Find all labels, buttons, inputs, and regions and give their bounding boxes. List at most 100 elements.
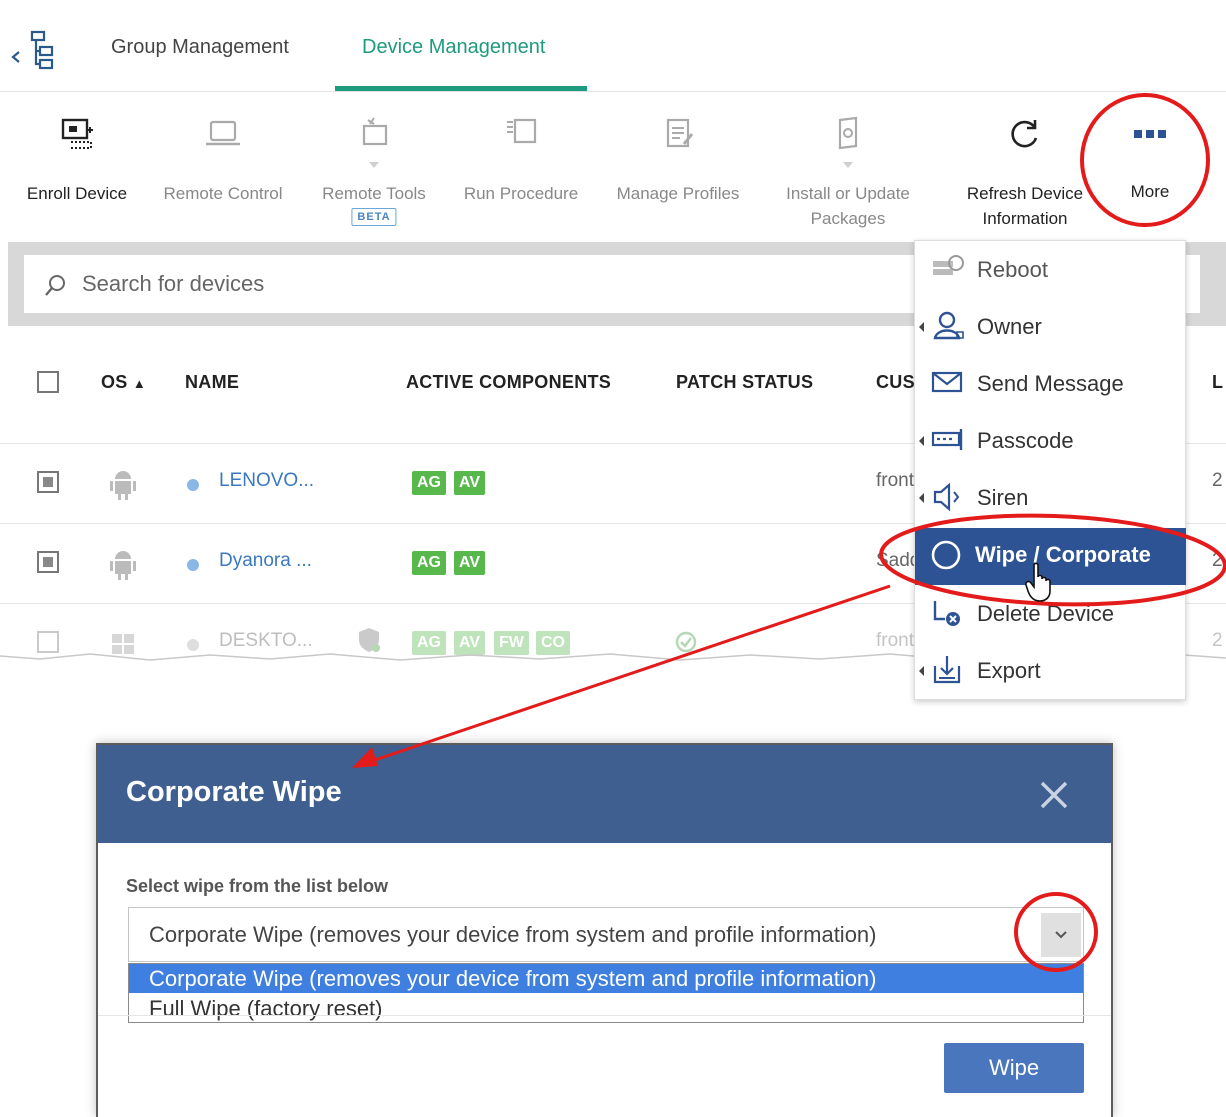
component-badge-ag: AG bbox=[412, 551, 446, 575]
dialog-footer-divider bbox=[98, 1015, 1111, 1016]
manage-profiles-label: Manage Profiles bbox=[616, 184, 740, 203]
column-last-header[interactable]: L bbox=[1212, 372, 1223, 393]
chevron-down-icon bbox=[1055, 931, 1067, 939]
corporate-wipe-dialog: Corporate Wipe Select wipe from the list… bbox=[96, 743, 1113, 1117]
tab-device-management[interactable]: Device Management bbox=[362, 36, 545, 59]
component-badge-av: AV bbox=[454, 471, 486, 495]
envelope-icon bbox=[931, 367, 965, 404]
menu-item-delete-device[interactable]: Delete Device bbox=[915, 585, 1185, 642]
beta-badge: BETA bbox=[351, 208, 397, 226]
wipe-option-full[interactable]: Full Wipe (factory reset) bbox=[129, 994, 1083, 1023]
owner-label: Owner bbox=[977, 314, 1042, 339]
wipe-corporate-label: Wipe / Corporate bbox=[975, 542, 1151, 567]
search-input[interactable] bbox=[82, 265, 882, 303]
run-procedure-icon bbox=[501, 114, 541, 159]
customer-cell: front bbox=[876, 630, 915, 651]
last-cell: 2 bbox=[1212, 470, 1223, 491]
wipe-type-select[interactable]: Corporate Wipe (removes your device from… bbox=[128, 907, 1084, 962]
send-message-label: Send Message bbox=[977, 371, 1124, 396]
remote-control-label: Remote Control bbox=[163, 184, 283, 203]
column-customer-header[interactable]: CUS bbox=[876, 372, 915, 393]
export-icon bbox=[931, 654, 965, 691]
component-badge-av: AV bbox=[454, 551, 486, 575]
submenu-arrow-icon bbox=[919, 322, 924, 332]
manage-profiles-button[interactable]: Manage Profiles bbox=[604, 92, 752, 242]
wipe-select-label: Select wipe from the list below bbox=[126, 876, 389, 896]
status-dot bbox=[187, 559, 199, 571]
remote-control-button[interactable]: Remote Control bbox=[152, 92, 294, 242]
more-dots-icon bbox=[1132, 126, 1168, 147]
column-os-label: OS bbox=[101, 372, 128, 392]
row-checkbox[interactable] bbox=[37, 471, 59, 493]
export-label: Export bbox=[977, 658, 1041, 683]
more-label: More bbox=[1130, 182, 1170, 201]
close-icon[interactable] bbox=[1038, 779, 1070, 816]
device-name-link[interactable]: Dyanora ... bbox=[219, 550, 312, 572]
android-icon bbox=[108, 548, 138, 587]
wipe-select-value: Corporate Wipe (removes your device from… bbox=[149, 922, 877, 947]
select-toggle-button[interactable] bbox=[1041, 913, 1081, 957]
submenu-arrow-icon bbox=[919, 436, 924, 446]
column-patch-status-header[interactable]: PATCH STATUS bbox=[676, 372, 813, 393]
run-procedure-label: Run Procedure bbox=[463, 184, 579, 203]
device-toolbar: Enroll Device Remote Control Remote Tool… bbox=[0, 92, 1226, 242]
menu-item-wipe-corporate[interactable]: Wipe / Corporate bbox=[915, 528, 1186, 585]
last-cell: 2 bbox=[1212, 630, 1223, 651]
install-caret-icon bbox=[843, 162, 853, 168]
remote-tools-icon bbox=[354, 114, 394, 159]
reboot-icon bbox=[931, 253, 965, 290]
active-tab-indicator bbox=[335, 86, 587, 91]
more-button[interactable]: More bbox=[1110, 92, 1190, 242]
wipe-option-corporate[interactable]: Corporate Wipe (removes your device from… bbox=[129, 964, 1083, 993]
reboot-label: Reboot bbox=[977, 257, 1048, 282]
dialog-title: Corporate Wipe bbox=[126, 776, 342, 808]
manage-profiles-icon bbox=[658, 114, 698, 159]
android-icon bbox=[108, 468, 138, 507]
menu-item-export[interactable]: Export bbox=[915, 642, 1185, 699]
menu-item-siren[interactable]: Siren bbox=[915, 469, 1185, 526]
status-dot bbox=[187, 479, 199, 491]
menu-item-passcode[interactable]: Passcode bbox=[915, 412, 1185, 469]
remote-tools-caret-icon bbox=[369, 162, 379, 168]
remote-tools-button[interactable]: Remote Tools BETA bbox=[308, 92, 440, 242]
submenu-arrow-icon bbox=[919, 666, 924, 676]
install-update-label: Install or Update Packages bbox=[786, 184, 910, 228]
sort-asc-icon: ▲ bbox=[132, 376, 147, 391]
owner-icon bbox=[931, 310, 965, 347]
delete-device-label: Delete Device bbox=[977, 601, 1114, 626]
speaker-icon bbox=[931, 481, 965, 518]
top-navigation: Group Management Device Management bbox=[0, 0, 1226, 92]
enroll-device-button[interactable]: Enroll Device bbox=[12, 92, 142, 242]
refresh-icon bbox=[1005, 114, 1045, 159]
menu-item-reboot[interactable]: Reboot bbox=[915, 241, 1185, 298]
column-name-header[interactable]: NAME bbox=[185, 372, 239, 393]
more-dropdown-menu: Reboot Owner Send Message Passcode Siren… bbox=[914, 240, 1186, 700]
tab-group-management[interactable]: Group Management bbox=[111, 36, 289, 59]
wipe-button[interactable]: Wipe bbox=[944, 1043, 1084, 1093]
menu-item-owner[interactable]: Owner bbox=[915, 298, 1185, 355]
back-tree-icon[interactable] bbox=[10, 30, 64, 77]
refresh-device-label: Refresh Device Information bbox=[966, 184, 1084, 228]
search-icon bbox=[44, 274, 68, 303]
select-all-checkbox[interactable] bbox=[37, 371, 59, 393]
enroll-device-icon bbox=[57, 114, 97, 159]
customer-cell: front bbox=[876, 470, 915, 491]
install-update-packages-button[interactable]: Install or Update Packages bbox=[772, 92, 924, 242]
component-badge-ag: AG bbox=[412, 471, 446, 495]
siren-label: Siren bbox=[977, 485, 1029, 510]
row-checkbox[interactable] bbox=[37, 551, 59, 573]
passcode-label: Passcode bbox=[977, 428, 1074, 453]
package-icon bbox=[828, 114, 868, 159]
menu-item-send-message[interactable]: Send Message bbox=[915, 355, 1185, 412]
remote-tools-label: Remote Tools bbox=[322, 184, 426, 203]
device-name-link[interactable]: LENOVO... bbox=[219, 470, 314, 492]
wipe-circle-icon bbox=[931, 540, 965, 577]
laptop-icon bbox=[202, 114, 244, 159]
delete-device-icon bbox=[931, 597, 965, 634]
column-active-components-header[interactable]: ACTIVE COMPONENTS bbox=[406, 372, 611, 393]
run-procedure-button[interactable]: Run Procedure bbox=[452, 92, 590, 242]
column-os-header[interactable]: OS ▲ bbox=[101, 372, 146, 393]
device-name-link[interactable]: DESKTO... bbox=[219, 630, 313, 652]
refresh-device-info-button[interactable]: Refresh Device Information bbox=[950, 92, 1100, 242]
dialog-header: Corporate Wipe bbox=[98, 745, 1111, 843]
